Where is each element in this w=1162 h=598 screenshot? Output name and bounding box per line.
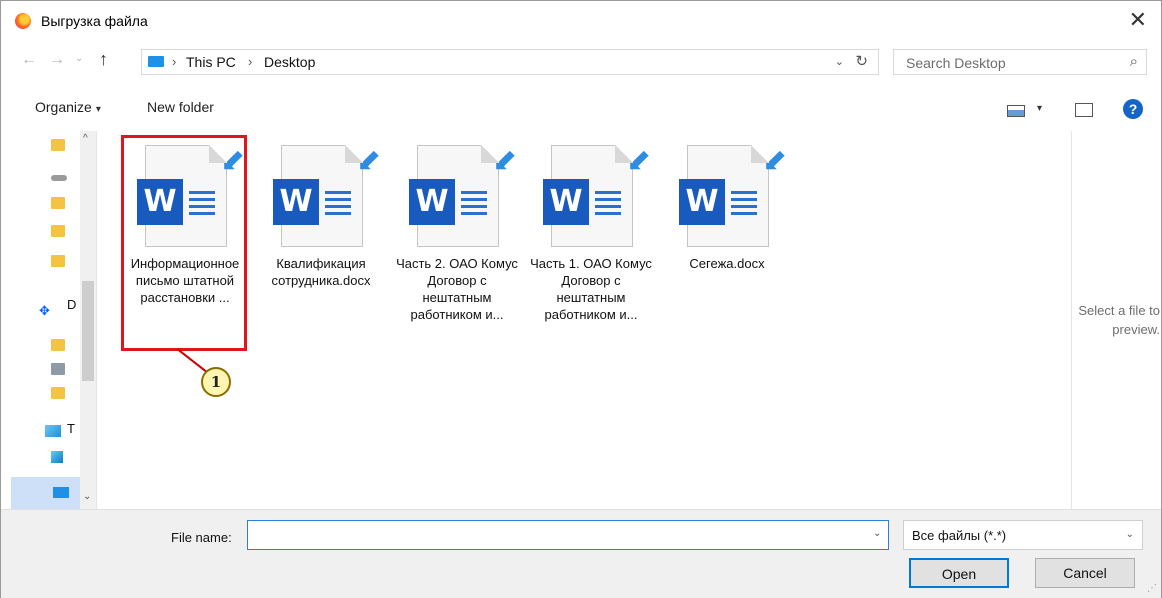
organize-dropdown-icon: ▾	[95, 104, 101, 115]
folder-icon[interactable]	[51, 197, 65, 209]
organize-label: Organize	[35, 99, 92, 115]
sidebar-scrollbar-thumb[interactable]	[82, 281, 94, 381]
toolbar: Organize ▾ New folder ▾ ?	[1, 89, 1161, 129]
folder-icon[interactable]	[51, 255, 65, 267]
scroll-up-icon[interactable]: ^	[83, 133, 88, 144]
close-icon[interactable]: ✕	[1129, 7, 1147, 33]
word-logo: W	[543, 179, 589, 225]
file-name: Часть 2. ОАО Комус Договор с нештатным р…	[396, 256, 518, 322]
file-name: Часть 1. ОАО Комус Договор с нештатным р…	[530, 256, 652, 322]
file-type-select[interactable]: Все файлы (*.*) ⌄	[903, 520, 1143, 550]
title-bar: Выгрузка файла ✕	[1, 1, 1161, 41]
preview-placeholder-text: Select a file to preview.	[1078, 303, 1160, 337]
file-item[interactable]: ⬋ W Часть 2. ОАО Комус Договор с нештатн…	[393, 139, 521, 349]
organize-button[interactable]: Organize ▾	[35, 99, 101, 115]
address-dropdown-chevron-icon[interactable]: ⌄	[835, 55, 844, 68]
file-name-dropdown-icon[interactable]: ⌄	[873, 528, 881, 539]
help-icon[interactable]: ?	[1123, 99, 1143, 119]
search-input[interactable]: Search Desktop ⌕	[893, 49, 1147, 75]
3d-objects-icon[interactable]	[51, 451, 63, 463]
word-logo: W	[273, 179, 319, 225]
folder-icon[interactable]	[51, 339, 65, 351]
drive-icon[interactable]	[51, 175, 67, 181]
sidebar-item-desktop-selected[interactable]	[11, 477, 81, 509]
dialog-footer: File name: ⌄ Все файлы (*.*) ⌄ Open Canc…	[1, 509, 1161, 598]
file-name-input[interactable]	[247, 520, 889, 550]
quick-access-folder-icon[interactable]	[51, 139, 65, 151]
sidebar-item-this-pc[interactable]: T	[67, 421, 75, 436]
shortcut-arrow-icon: ⬋	[492, 144, 518, 177]
shortcut-arrow-icon: ⬋	[626, 144, 652, 177]
file-type-value: Все файлы (*.*)	[912, 528, 1007, 543]
word-logo: W	[409, 179, 455, 225]
breadcrumb-separator: ›	[248, 54, 253, 69]
doc-lines	[595, 191, 621, 219]
file-type-dropdown-icon: ⌄	[1125, 529, 1134, 540]
resize-grip-icon[interactable]: ⋰	[1147, 583, 1157, 594]
preview-pane-icon[interactable]	[1075, 103, 1093, 117]
folder-icon[interactable]	[51, 225, 65, 237]
this-pc-drive-icon[interactable]	[45, 425, 61, 437]
file-item[interactable]: ⬋ W Часть 1. ОАО Комус Договор с нештатн…	[527, 139, 655, 349]
recent-locations-chevron-icon[interactable]: ⌄	[75, 53, 83, 64]
file-name: Сегежа.docx	[689, 256, 765, 271]
annotation-callout-badge: 1	[201, 367, 231, 397]
up-arrow-icon[interactable]: ↑	[99, 49, 108, 70]
file-name: Квалификация сотрудника.docx	[271, 256, 371, 288]
file-item[interactable]: ⬋ W Квалификация сотрудника.docx	[257, 139, 385, 349]
breadcrumb-desktop[interactable]: Desktop	[264, 54, 315, 70]
desktop-icon	[53, 487, 69, 498]
this-pc-icon	[148, 56, 164, 67]
open-button[interactable]: Open	[909, 558, 1009, 588]
navigation-bar: ← → ⌄ ↑ › This PC › Desktop ⌄ ↻ Search D…	[1, 45, 1161, 81]
file-name-label: File name:	[171, 530, 232, 545]
shortcut-arrow-icon: ⬋	[762, 144, 788, 177]
shortcut-arrow-icon: ⬋	[356, 144, 382, 177]
dropbox-icon[interactable]: ✥	[39, 303, 50, 319]
file-item[interactable]: ⬋ W Сегежа.docx	[663, 139, 791, 349]
address-bar[interactable]: › This PC › Desktop ⌄ ↻	[141, 49, 879, 75]
breadcrumb-this-pc[interactable]: This PC	[186, 54, 236, 70]
preview-pane: Select a file to preview.	[1071, 131, 1161, 509]
forward-arrow-icon[interactable]: →	[49, 51, 65, 69]
annotation-highlight-box	[121, 135, 247, 351]
scroll-down-icon[interactable]: ⌄	[83, 491, 91, 502]
new-folder-button[interactable]: New folder	[147, 99, 214, 115]
cancel-button[interactable]: Cancel	[1035, 558, 1135, 588]
users-folder-icon[interactable]	[51, 363, 65, 375]
folder-icon[interactable]	[51, 387, 65, 399]
firefox-icon	[15, 13, 31, 29]
doc-lines	[325, 191, 351, 219]
search-placeholder: Search Desktop	[906, 55, 1006, 71]
view-options-dropdown-icon[interactable]: ▾	[1037, 103, 1042, 114]
search-icon[interactable]: ⌕	[1130, 53, 1138, 70]
navigation-pane: ✥ D T ^ ⌄	[1, 131, 97, 509]
refresh-icon[interactable]: ↻	[855, 52, 868, 70]
doc-lines	[461, 191, 487, 219]
sidebar-item-dropbox[interactable]: D	[67, 297, 76, 312]
breadcrumb-separator: ›	[172, 54, 177, 69]
doc-lines	[731, 191, 757, 219]
change-view-icon[interactable]	[1007, 105, 1025, 117]
file-upload-dialog: Выгрузка файла ✕ ← → ⌄ ↑ › This PC › Des…	[0, 0, 1162, 598]
back-arrow-icon[interactable]: ←	[21, 51, 37, 69]
window-title: Выгрузка файла	[41, 13, 148, 29]
word-logo: W	[679, 179, 725, 225]
